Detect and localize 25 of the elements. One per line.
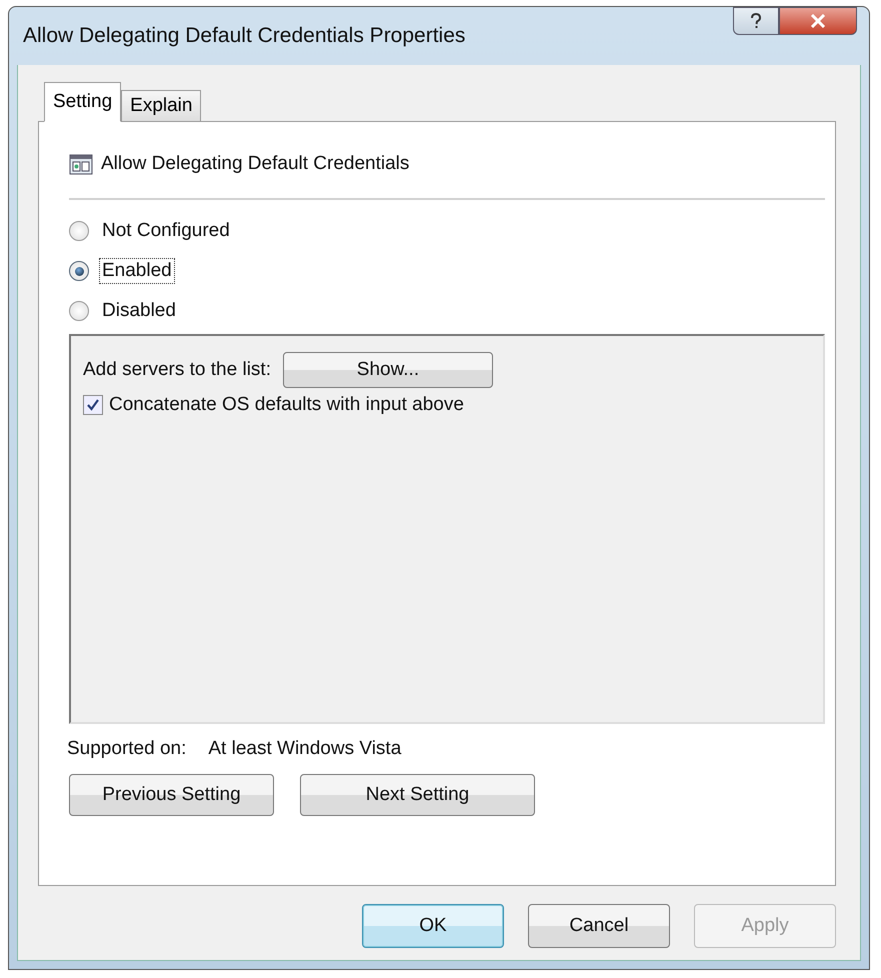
- radio-button[interactable]: [69, 261, 89, 281]
- dialog-button[interactable]: Cancel: [528, 904, 670, 948]
- close-button[interactable]: [779, 7, 857, 35]
- radio-label: Disabled: [101, 299, 177, 323]
- tab[interactable]: Explain: [121, 90, 202, 122]
- policy-name: Allow Delegating Default Credentials: [101, 153, 410, 175]
- nav-button[interactable]: Previous Setting: [69, 774, 274, 816]
- checkbox-label: Concatenate OS defaults with input above: [109, 394, 464, 416]
- radio-label: Not Configured: [101, 219, 231, 243]
- supported-label: Supported on:: [67, 738, 186, 760]
- servers-label: Add servers to the list:: [83, 359, 271, 381]
- window-title: Allow Delegating Default Credentials Properties: [23, 24, 466, 48]
- close-icon: [810, 14, 826, 28]
- help-button[interactable]: [733, 7, 779, 35]
- radio-label: Enabled: [99, 258, 175, 284]
- radio-button[interactable]: [69, 301, 89, 321]
- help-icon: [750, 13, 762, 29]
- nav-button[interactable]: Next Setting: [300, 774, 535, 816]
- dialog-button[interactable]: OK: [362, 904, 504, 948]
- show-button[interactable]: Show...: [282, 352, 493, 388]
- policy-icon: [69, 153, 93, 175]
- tab[interactable]: Setting: [44, 82, 122, 122]
- supported-value: At least Windows Vista: [208, 738, 402, 760]
- radio-button[interactable]: [69, 221, 89, 241]
- checkbox[interactable]: [83, 395, 103, 415]
